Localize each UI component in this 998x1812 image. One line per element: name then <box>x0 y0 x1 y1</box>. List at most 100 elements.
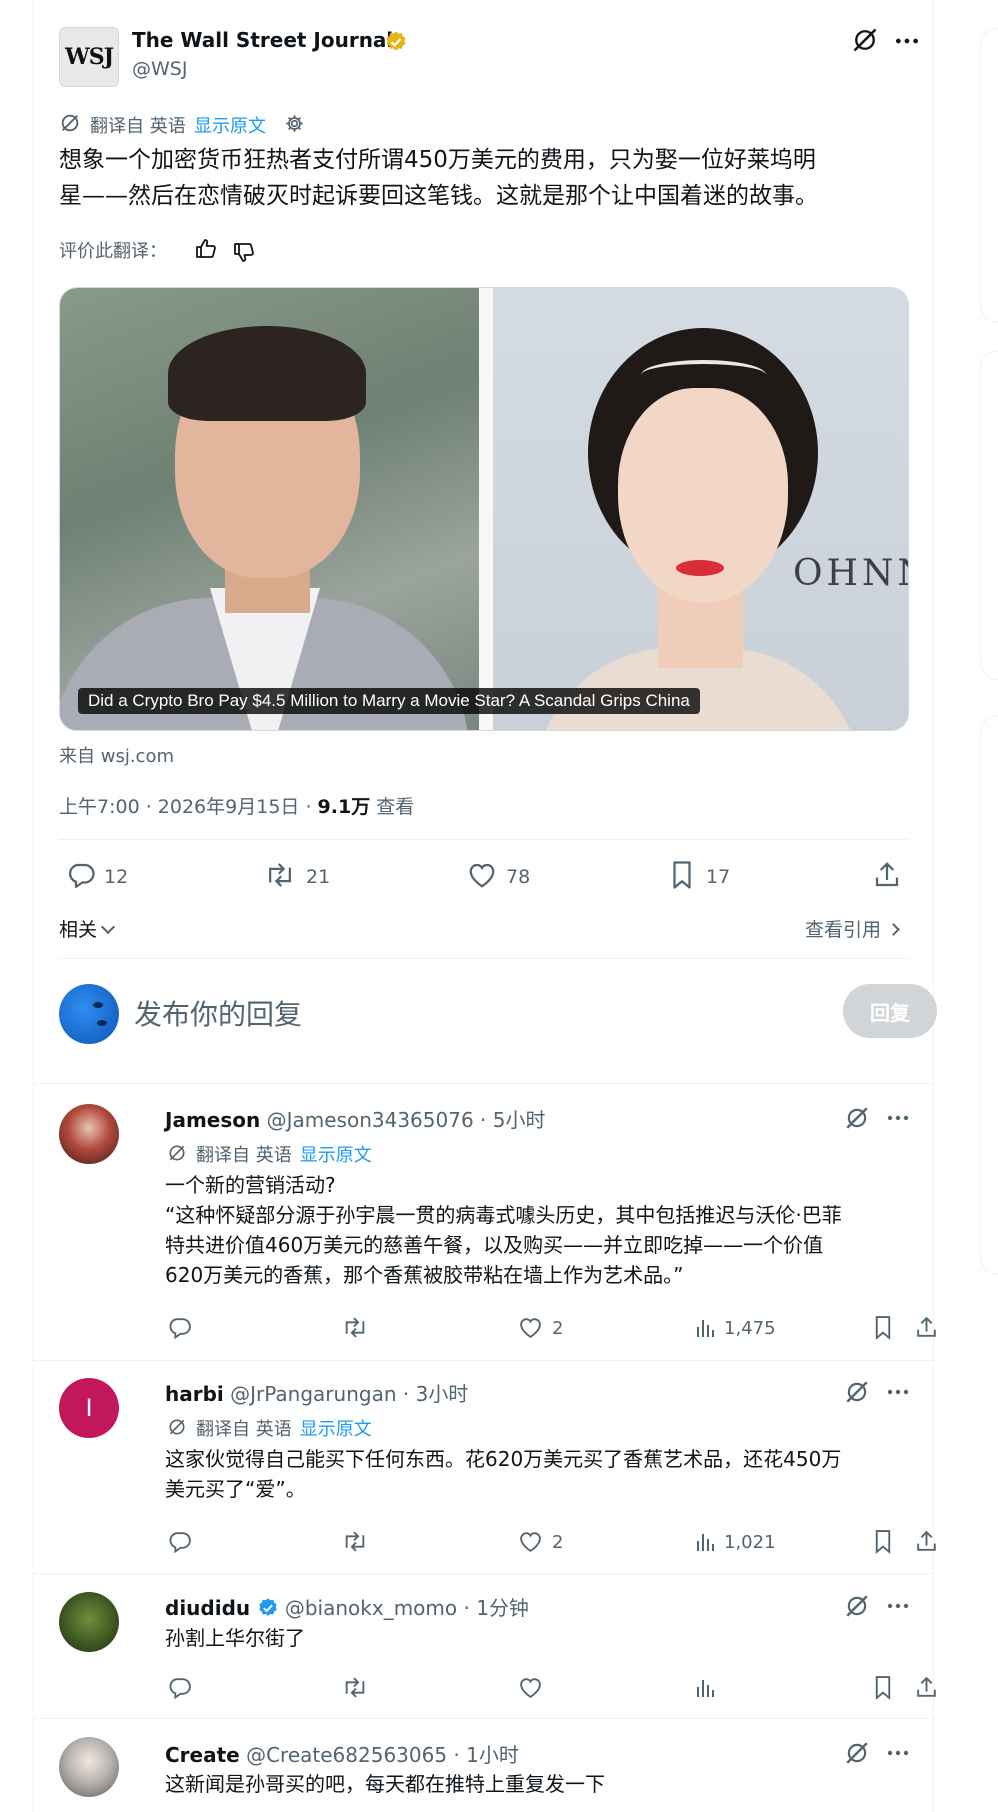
chevron-right-icon <box>887 923 900 936</box>
sidebar-card-edge <box>980 350 998 680</box>
reply-text-line: 一个新的营销活动? <box>165 1173 336 1197</box>
grok-icon[interactable] <box>844 1593 870 1619</box>
divider <box>59 839 909 840</box>
bookmark-icon[interactable] <box>872 1529 894 1554</box>
tweet-meta: 上午7:00 · 2026年9月15日 · 9.1万 查看 <box>59 792 414 819</box>
tweet-text-line: 想象一个加密货币狂热者支付所谓450万美元的费用，只为娶一位好莱坞明 <box>59 147 816 173</box>
thumbs-up-icon[interactable] <box>194 237 218 261</box>
reply-icon[interactable] <box>167 1675 192 1700</box>
settings-gear-icon[interactable] <box>284 113 305 134</box>
reply-author-name[interactable]: harbi <box>165 1382 224 1406</box>
reply-time[interactable]: · 1分钟 <box>457 1596 528 1620</box>
reply-text: 这新闻是孙哥买的吧，每天都在推特上重复发一下 <box>165 1769 925 1799</box>
card-divider <box>479 288 493 730</box>
like-count: 2 <box>552 1532 564 1553</box>
share-icon[interactable] <box>914 1315 939 1340</box>
chevron-down-icon <box>100 919 116 935</box>
translated-from-label: 翻译自 英语 <box>90 116 186 137</box>
man-hair-shape <box>168 326 366 421</box>
translate-icon <box>167 1143 187 1163</box>
reply-author-name[interactable]: diudidu <box>165 1596 250 1620</box>
show-original-link[interactable]: 显示原文 <box>300 1145 372 1166</box>
current-user-avatar[interactable] <box>59 984 119 1044</box>
author-name[interactable]: The Wall Street Journal <box>132 28 393 52</box>
more-options-icon[interactable] <box>886 1743 910 1763</box>
bookmark-icon[interactable] <box>872 1675 894 1700</box>
view-quotes-link[interactable]: 查看引用 <box>805 915 900 942</box>
like-icon[interactable] <box>518 1530 543 1553</box>
reply-button[interactable]: 回复 <box>843 984 937 1038</box>
jameson-avatar[interactable] <box>59 1104 119 1164</box>
grok-icon[interactable] <box>844 1379 870 1405</box>
bookmark-icon[interactable] <box>668 860 696 890</box>
view-count: 1,475 <box>724 1318 776 1339</box>
related-dropdown[interactable]: 相关 <box>59 915 116 942</box>
woman-headband-shape <box>641 360 766 390</box>
verified-gold-badge-icon <box>384 30 408 54</box>
view-quotes-label: 查看引用 <box>805 919 882 941</box>
reply-input[interactable]: 发布你的回复 <box>134 993 302 1033</box>
reply-time[interactable]: · 3小时 <box>397 1382 468 1406</box>
reply-header: harbi @JrPangarungan · 3小时 <box>165 1378 468 1407</box>
reply-text-line: 特共进价值460万美元的慈善午餐，以及购买——并立即吃掉——一个价值 <box>165 1233 824 1257</box>
reply-time[interactable]: · 5小时 <box>474 1108 545 1132</box>
show-original-link[interactable]: 显示原文 <box>300 1419 372 1440</box>
like-icon[interactable] <box>518 1316 543 1339</box>
create-avatar[interactable] <box>59 1737 119 1797</box>
bookmark-count: 17 <box>706 866 731 888</box>
sidebar-card-edge <box>980 28 998 323</box>
show-original-link[interactable]: 显示原文 <box>194 112 266 138</box>
retweet-icon[interactable] <box>264 860 296 890</box>
share-icon[interactable] <box>914 1675 939 1700</box>
retweet-icon[interactable] <box>341 1529 369 1554</box>
harbi-avatar[interactable]: I <box>59 1378 119 1438</box>
views-icon[interactable] <box>694 1530 718 1554</box>
views-icon[interactable] <box>694 1676 718 1700</box>
tweet-time[interactable]: 上午7:00 · 2026年9月15日 · <box>59 796 318 818</box>
reply-icon[interactable] <box>167 1315 192 1340</box>
more-options-icon[interactable] <box>886 1596 910 1616</box>
reply-time[interactable]: · 1小时 <box>447 1743 518 1767</box>
views-icon[interactable] <box>694 1316 718 1340</box>
author-handle[interactable]: @WSJ <box>132 58 187 80</box>
card-source[interactable]: 来自 wsj.com <box>59 742 174 768</box>
reply-author-handle[interactable]: @Create682563065 <box>246 1743 447 1767</box>
reply-author-name[interactable]: Jameson <box>165 1108 260 1132</box>
wsj-avatar[interactable]: WSJ <box>59 27 119 87</box>
grok-icon[interactable] <box>844 1740 870 1766</box>
reply-author-handle[interactable]: @JrPangarungan <box>230 1382 396 1406</box>
bookmark-icon[interactable] <box>872 1315 894 1340</box>
rate-translation-label: 评价此翻译： <box>59 241 167 262</box>
grok-icon[interactable] <box>844 1105 870 1131</box>
reply-header: Create @Create682563065 · 1小时 <box>165 1739 519 1768</box>
like-icon[interactable] <box>518 1676 543 1699</box>
reply-author-name[interactable]: Create <box>165 1743 240 1767</box>
divider <box>59 958 909 959</box>
reply-icon[interactable] <box>167 1529 192 1554</box>
reply-text: 一个新的营销活动? “这种怀疑部分源于孙宇晨一贯的病毒式噱头历史，其中包括推迟与… <box>165 1170 925 1290</box>
tweet-text-line: 星——然后在恋情破灭时起诉要回这笔钱。这就是那个让中国着迷的故事。 <box>59 183 818 209</box>
share-icon[interactable] <box>872 860 902 890</box>
reply-icon[interactable] <box>66 860 96 890</box>
like-count: 2 <box>552 1318 564 1339</box>
view-count: 9.1万 <box>317 796 371 818</box>
reply-author-handle[interactable]: @Jameson34365076 <box>267 1108 474 1132</box>
thumbs-down-icon[interactable] <box>232 240 256 264</box>
more-options-icon[interactable] <box>886 1108 910 1128</box>
retweet-icon[interactable] <box>341 1315 369 1340</box>
reply-text-line: “这种怀疑部分源于孙宇晨一贯的病毒式噱头历史，其中包括推迟与沃伦·巴菲 <box>165 1203 842 1227</box>
diudidu-avatar[interactable] <box>59 1592 119 1652</box>
more-options-icon[interactable] <box>894 30 920 52</box>
retweet-icon[interactable] <box>341 1675 369 1700</box>
share-icon[interactable] <box>914 1529 939 1554</box>
grok-icon[interactable] <box>851 26 879 54</box>
link-card[interactable]: OHNN Did a Crypto Bro Pay $4.5 Million t… <box>59 287 909 731</box>
card-headline: Did a Crypto Bro Pay $4.5 Million to Mar… <box>78 688 700 714</box>
backdrop-text: OHNN <box>793 553 908 594</box>
reply-translation: 翻译自 英语 显示原文 <box>196 1141 372 1167</box>
reply-author-handle[interactable]: @bianokx_momo <box>285 1596 457 1620</box>
like-count: 78 <box>506 866 531 888</box>
more-options-icon[interactable] <box>886 1382 910 1402</box>
view-label: 查看 <box>370 796 415 818</box>
like-icon[interactable] <box>467 861 497 889</box>
